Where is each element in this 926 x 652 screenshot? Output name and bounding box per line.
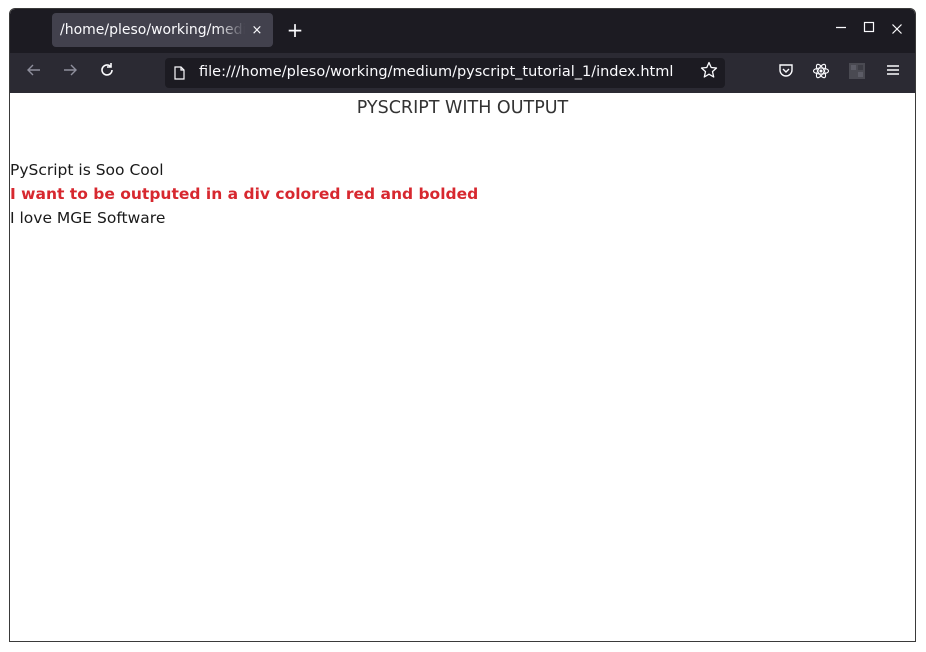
hamburger-menu-icon[interactable] [882,62,904,84]
browser-window: /home/pleso/working/medium/pyscript_tuto… [9,8,916,642]
new-tab-button[interactable]: + [284,19,306,41]
address-bar[interactable]: file:///home/pleso/working/medium/pyscri… [165,58,725,88]
title-bar: /home/pleso/working/medium/pyscript_tuto… [10,9,915,53]
react-devtools-icon[interactable] [810,62,832,84]
tab-title: /home/pleso/working/medium/pyscript_tuto… [60,22,245,38]
tab-active[interactable]: /home/pleso/working/medium/pyscript_tuto… [52,13,273,47]
back-arrow-icon[interactable] [22,61,46,85]
extension-icon[interactable] [846,62,868,84]
reload-icon[interactable] [95,61,119,85]
output-line-1: PyScript is Soo Cool [10,161,164,179]
forward-arrow-icon[interactable] [58,61,82,85]
maximize-icon[interactable] [858,19,880,41]
navigation-toolbar: file:///home/pleso/working/medium/pyscri… [10,53,915,93]
url-text[interactable]: file:///home/pleso/working/medium/pyscri… [199,64,673,80]
minimize-icon[interactable] [830,19,852,41]
page-content: PYSCRIPT WITH OUTPUT PyScript is Soo Coo… [10,93,915,641]
close-window-icon[interactable] [886,19,908,41]
star-icon[interactable] [698,61,720,83]
output-line-red-bold: I want to be outputed in a div colored r… [10,185,479,203]
page-heading: PYSCRIPT WITH OUTPUT [356,98,569,118]
tab-close-icon[interactable]: × [249,23,265,38]
page-icon [174,65,185,80]
pocket-icon[interactable] [775,62,797,84]
output-line-3: I love MGE Software [10,209,166,227]
